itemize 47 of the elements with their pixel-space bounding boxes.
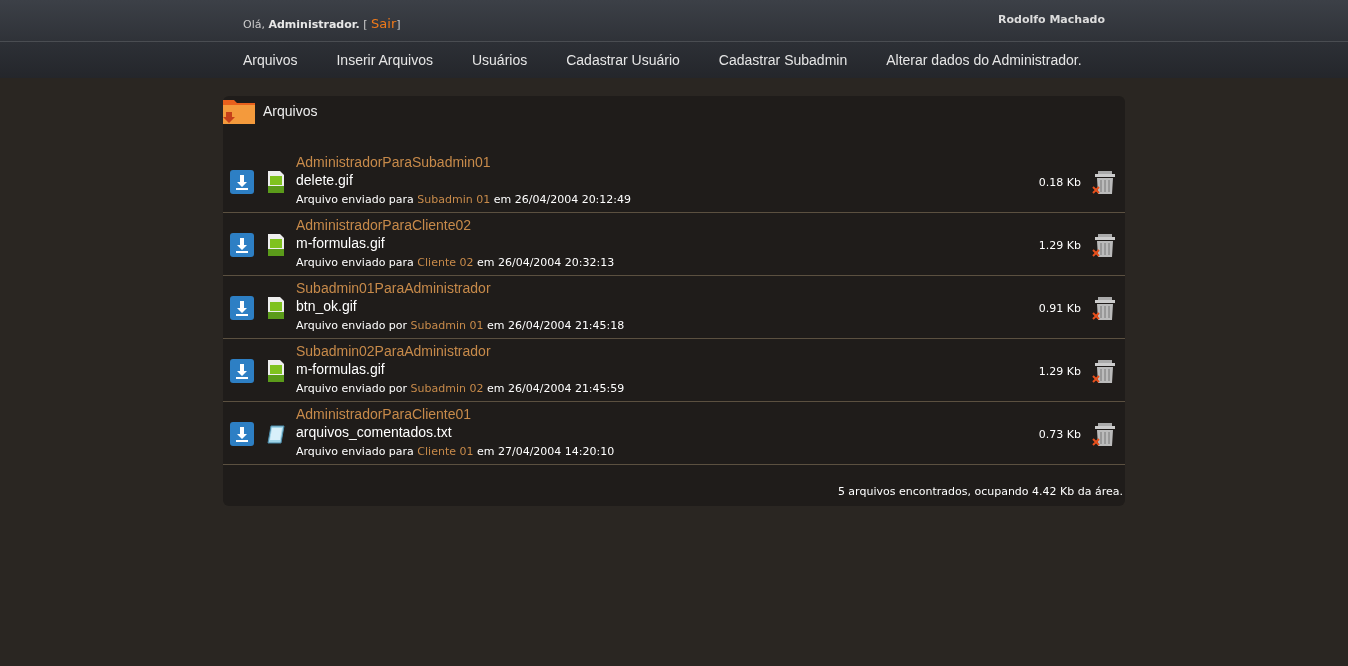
nav-link[interactable]: Inserir Arquivos (336, 52, 433, 68)
file-name: delete.gif (296, 172, 354, 189)
upload-info: Arquivo enviado para Cliente 01 em 27/04/2004 14:20:10 (296, 444, 616, 460)
nav-link[interactable]: Usuários (471, 52, 528, 68)
summary-text: 5 arquivos encontrados, ocupando 4.42 Kb da área. (836, 484, 1124, 498)
trash-icon[interactable] (1092, 421, 1118, 447)
file-name: arquivos_comentados.txt (296, 424, 453, 441)
trash-icon[interactable] (1092, 169, 1118, 195)
logout-link[interactable]: Sair (371, 16, 397, 31)
file-size: 1.29 Kb (1038, 238, 1081, 252)
download-icon[interactable] (230, 296, 254, 320)
nav-link[interactable]: Cadastrar Usuário (566, 52, 680, 68)
gif-file-icon (267, 171, 285, 193)
folder-name: Subadmin01ParaAdministrador (296, 280, 492, 297)
greeting-text: Olá, Administrador. [ Sair] (243, 16, 401, 31)
upload-info: Arquivo enviado por Subadmin 02 em 26/04/2004 21:45:59 (296, 381, 626, 397)
file-size: 1.29 Kb (1038, 364, 1081, 378)
file-size: 0.91 Kb (1038, 301, 1081, 315)
gif-file-icon (267, 360, 285, 382)
folder-icon (223, 98, 255, 124)
folder-name: AdministradorParaCliente01 (296, 406, 473, 423)
file-name: m-formulas.gif (296, 361, 386, 378)
user-name: Rodolfo Machado (998, 13, 1105, 28)
upload-info: Arquivo enviado para Cliente 02 em 26/04/2004 20:32:13 (296, 255, 616, 271)
folder-name: AdministradorParaCliente02 (296, 217, 473, 234)
download-icon[interactable] (230, 233, 254, 257)
trash-icon[interactable] (1092, 358, 1118, 384)
panel-title: Arquivos (263, 103, 318, 119)
trash-icon[interactable] (1092, 295, 1118, 321)
download-icon[interactable] (230, 170, 254, 194)
nav-link[interactable]: Arquivos (243, 52, 298, 68)
file-size: 0.18 Kb (1038, 175, 1081, 189)
file-size: 0.73 Kb (1038, 427, 1081, 441)
file-name: btn_ok.gif (296, 298, 358, 315)
gif-file-icon (267, 234, 285, 256)
trash-icon[interactable] (1092, 232, 1118, 258)
file-name: m-formulas.gif (296, 235, 386, 252)
nav-link[interactable]: Cadastrar Subadmin (718, 52, 848, 68)
upload-info: Arquivo enviado para Subadmin 01 em 26/04/2004 20:12:49 (296, 192, 633, 208)
download-icon[interactable] (230, 422, 254, 446)
upload-info: Arquivo enviado por Subadmin 01 em 26/04/2004 21:45:18 (296, 318, 626, 334)
notepad-icon (267, 423, 285, 445)
gif-file-icon (267, 297, 285, 319)
download-icon[interactable] (230, 359, 254, 383)
nav-link[interactable]: Alterar dados do Administrador. (886, 52, 1082, 68)
folder-name: AdministradorParaSubadmin01 (296, 154, 492, 171)
folder-name: Subadmin02ParaAdministrador (296, 343, 492, 360)
